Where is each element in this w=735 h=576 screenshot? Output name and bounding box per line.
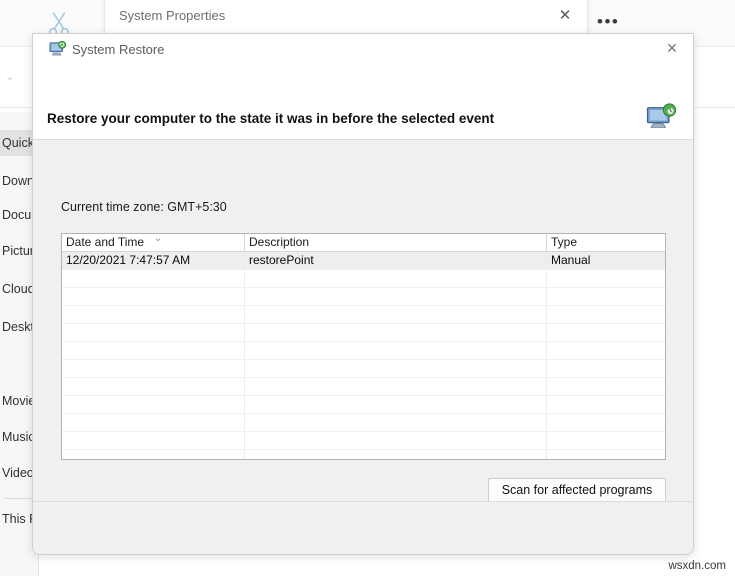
column-label: Description xyxy=(249,235,309,249)
cell-empty xyxy=(546,378,665,395)
empty-rows-container xyxy=(62,270,665,460)
cell-empty xyxy=(244,432,546,449)
cell-empty xyxy=(546,396,665,413)
dialog-header: Restore your computer to the state it wa… xyxy=(33,65,693,140)
page-title: Restore your computer to the state it wa… xyxy=(47,111,494,126)
cell-empty xyxy=(244,450,546,460)
cell-empty xyxy=(244,396,546,413)
table-row-empty[interactable] xyxy=(62,450,665,460)
dialog-body: Current time zone: GMT+5:30 Date and Tim… xyxy=(33,140,693,501)
cell-empty xyxy=(546,414,665,431)
cell-empty xyxy=(546,288,665,305)
cell-empty xyxy=(244,306,546,323)
close-icon[interactable]: ✕ xyxy=(551,2,579,28)
dialog-footer: < Back Next > Cancel xyxy=(33,501,693,555)
column-header-description[interactable]: Description xyxy=(244,234,546,251)
column-header-type[interactable]: Type xyxy=(546,234,665,251)
system-restore-banner-icon xyxy=(646,103,678,133)
table-row-empty[interactable] xyxy=(62,288,665,306)
system-restore-icon xyxy=(49,41,67,58)
cell-empty xyxy=(62,432,244,449)
cell-empty xyxy=(546,450,665,460)
system-properties-title: System Properties xyxy=(119,8,225,23)
sidebar-item-label: Music xyxy=(2,430,35,444)
cell-empty xyxy=(62,396,244,413)
cell-type: Manual xyxy=(546,252,665,269)
cell-empty xyxy=(62,342,244,359)
column-label: Type xyxy=(551,235,577,249)
cell-empty xyxy=(62,324,244,341)
table-row-empty[interactable] xyxy=(62,342,665,360)
table-row-empty[interactable] xyxy=(62,378,665,396)
table-row-empty[interactable] xyxy=(62,432,665,450)
cell-empty xyxy=(244,288,546,305)
dialog-title: System Restore xyxy=(72,42,164,57)
table-row-empty[interactable] xyxy=(62,270,665,288)
list-header-row: Date and Time ⌄ Description Type xyxy=(62,234,665,252)
cell-empty xyxy=(546,306,665,323)
scan-for-affected-programs-button[interactable]: Scan for affected programs xyxy=(488,478,666,503)
column-header-date-and-time[interactable]: Date and Time ⌄ xyxy=(62,234,244,251)
overflow-menu-icon[interactable]: ••• xyxy=(597,16,619,28)
table-row-empty[interactable] xyxy=(62,306,665,324)
cell-empty xyxy=(62,360,244,377)
table-row-empty[interactable] xyxy=(62,414,665,432)
restore-points-list[interactable]: Date and Time ⌄ Description Type 12/20/2… xyxy=(61,233,666,460)
cell-empty xyxy=(546,342,665,359)
chevron-down-icon[interactable]: ⌄ xyxy=(5,72,19,82)
sort-chevron-icon: ⌄ xyxy=(154,234,162,247)
cell-empty xyxy=(546,360,665,377)
cell-empty xyxy=(546,324,665,341)
table-row-empty[interactable] xyxy=(62,324,665,342)
watermark: wsxdn.com xyxy=(668,560,726,572)
cell-empty xyxy=(244,360,546,377)
table-row-empty[interactable] xyxy=(62,396,665,414)
cell-empty xyxy=(244,342,546,359)
cell-empty xyxy=(62,414,244,431)
table-row[interactable]: 12/20/2021 7:47:57 AM restorePoint Manua… xyxy=(62,252,665,270)
cell-date-and-time: 12/20/2021 7:47:57 AM xyxy=(62,252,244,269)
table-row-empty[interactable] xyxy=(62,360,665,378)
cell-empty xyxy=(62,270,244,287)
close-icon[interactable]: ✕ xyxy=(655,36,689,62)
cell-empty xyxy=(244,414,546,431)
cell-empty xyxy=(244,270,546,287)
cell-empty xyxy=(546,432,665,449)
cell-empty xyxy=(244,378,546,395)
cell-empty xyxy=(244,324,546,341)
cell-empty xyxy=(546,270,665,287)
cell-description: restorePoint xyxy=(244,252,546,269)
cell-empty xyxy=(62,306,244,323)
cell-empty xyxy=(62,450,244,460)
column-label: Date and Time xyxy=(66,235,144,249)
system-restore-dialog: System Restore ✕ Restore your computer t… xyxy=(32,33,694,555)
cell-empty xyxy=(62,288,244,305)
timezone-label: Current time zone: GMT+5:30 xyxy=(61,200,227,214)
sidebar-divider xyxy=(4,498,34,499)
cell-empty xyxy=(62,378,244,395)
dialog-titlebar[interactable]: System Restore ✕ xyxy=(33,34,693,65)
